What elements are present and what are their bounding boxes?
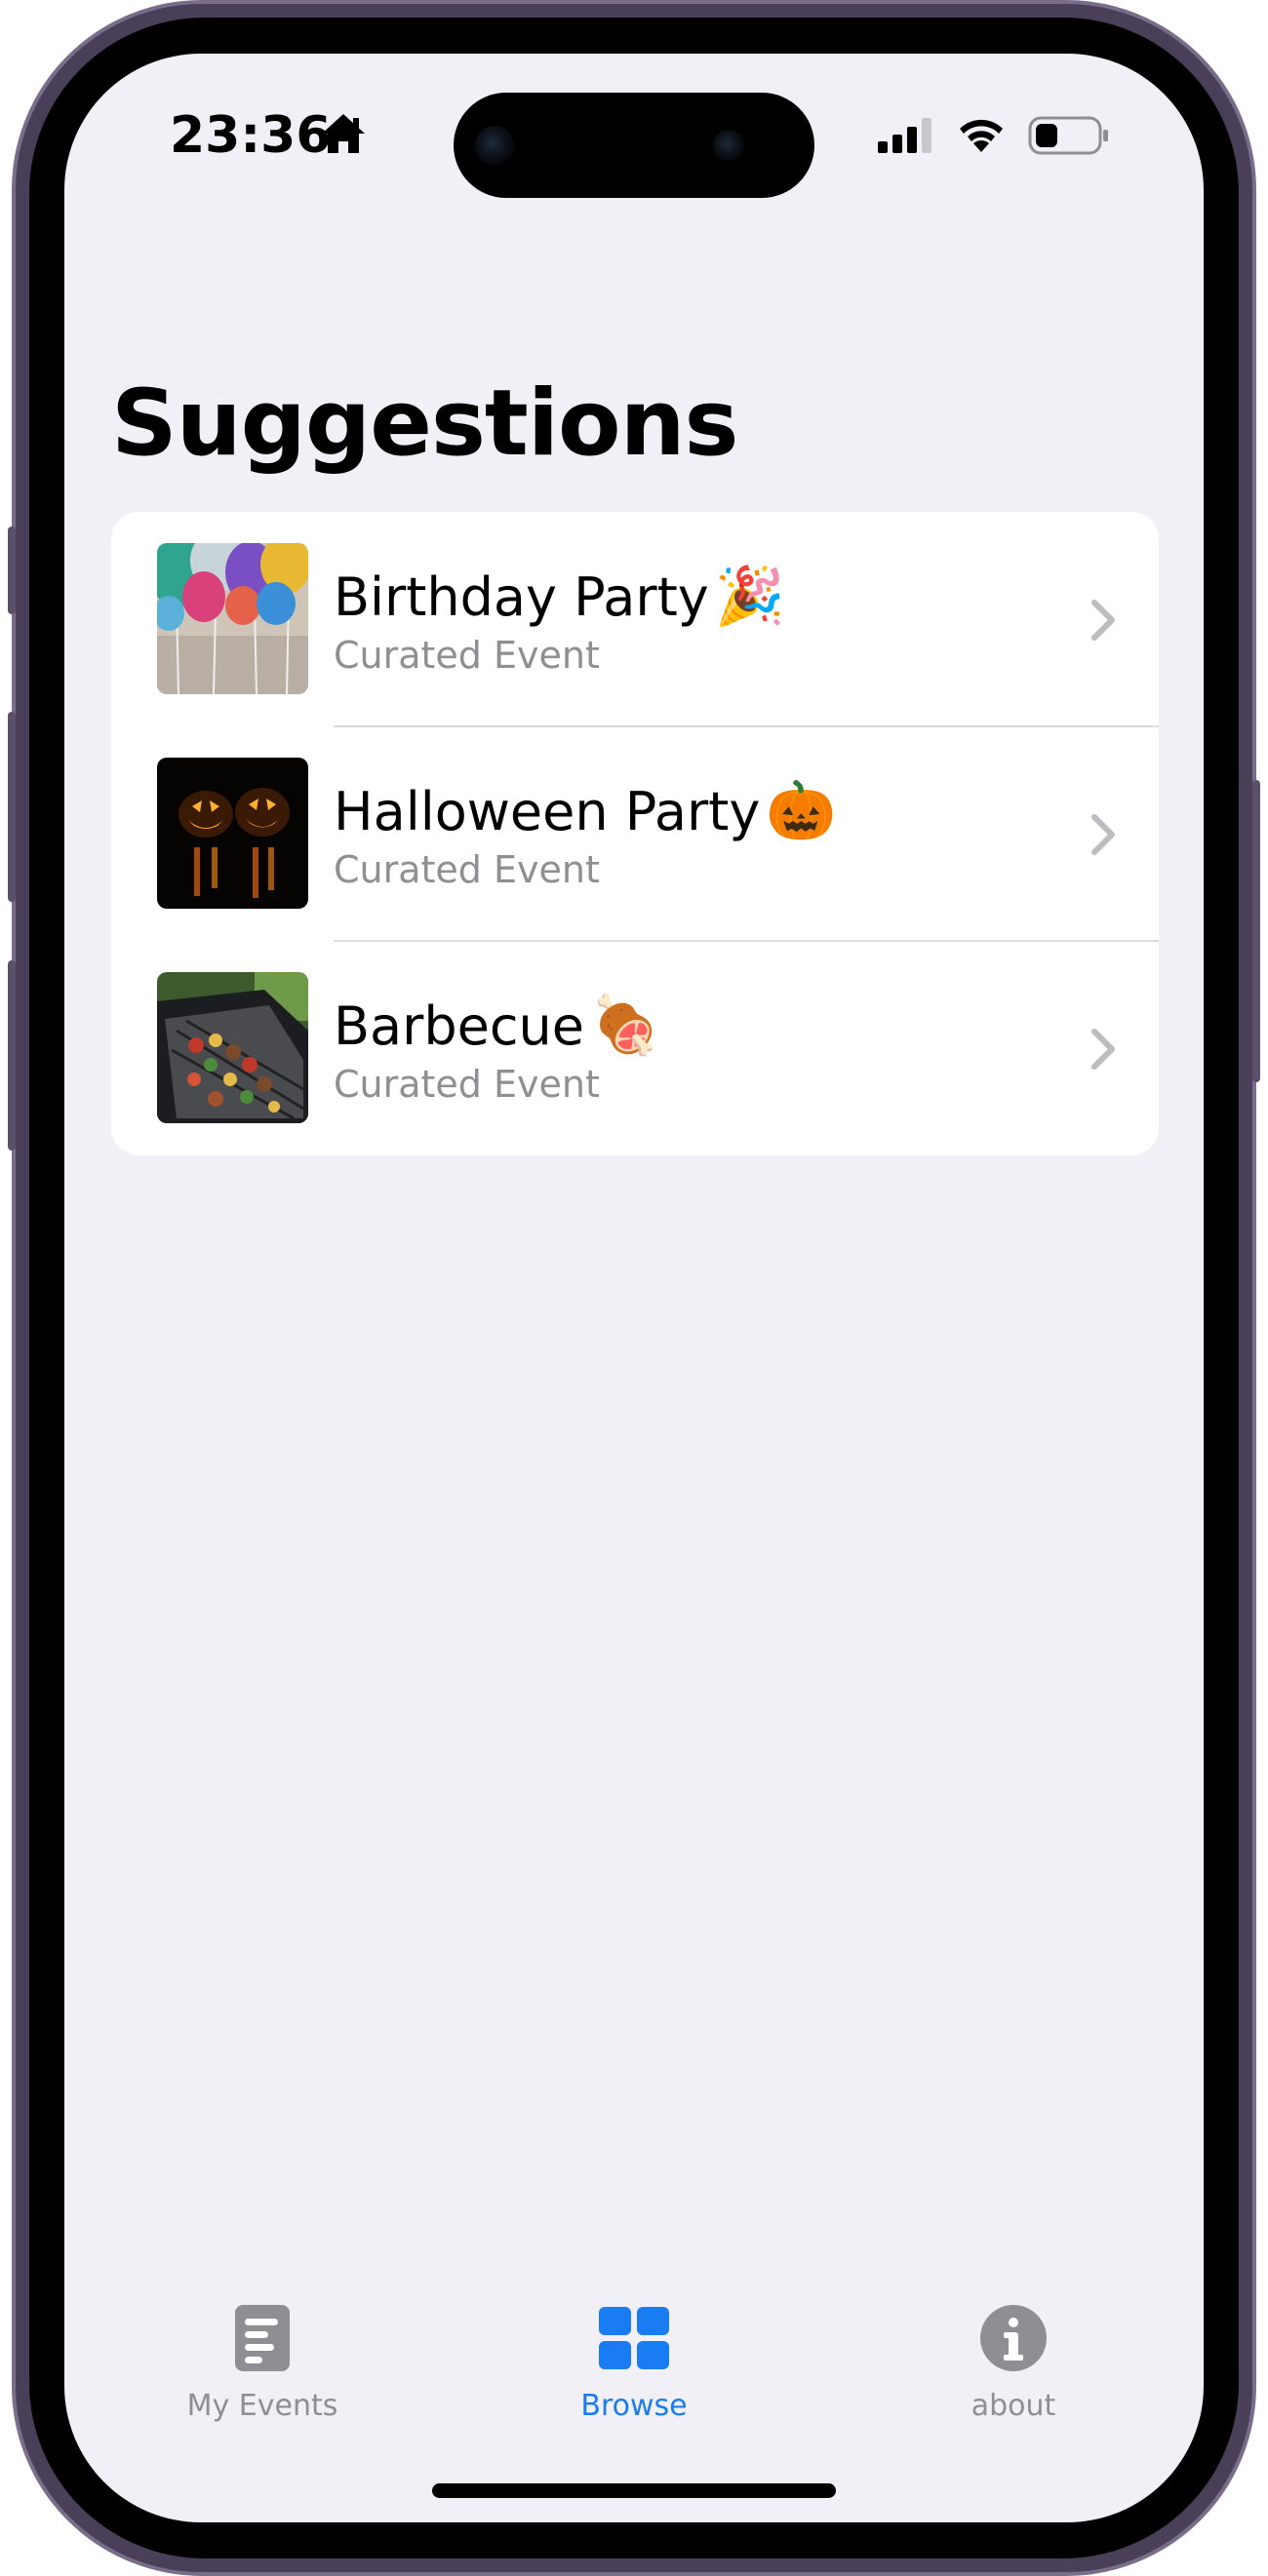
tab-about[interactable]: about — [896, 2301, 1130, 2423]
cellular-signal-icon — [878, 118, 931, 153]
action-button — [8, 527, 16, 614]
status-time: 23:36 — [170, 106, 332, 165]
chevron-right-icon — [1091, 1029, 1115, 1070]
home-indicator[interactable] — [432, 2483, 836, 2498]
suggestion-title-text: Barbecue — [334, 995, 584, 1057]
status-indicators — [878, 116, 1110, 155]
meat-on-bone-icon: 🍖 — [589, 992, 661, 1058]
sensor-icon — [713, 130, 744, 161]
suggestion-title: Birthday Party 🎉 — [334, 563, 785, 630]
page-title: Suggestions — [111, 371, 739, 477]
house-icon — [322, 114, 365, 153]
suggestion-subtitle: Curated Event — [334, 634, 600, 677]
info-icon — [980, 2305, 1047, 2371]
chevron-right-icon — [1091, 600, 1115, 641]
suggestion-subtitle: Curated Event — [334, 848, 600, 891]
tab-browse[interactable]: Browse — [517, 2301, 751, 2423]
battery-icon — [1028, 116, 1108, 155]
wifi-icon — [960, 119, 1003, 152]
birthday-party-thumbnail — [157, 543, 308, 694]
tab-my-events-label: My Events — [186, 2389, 338, 2423]
barbecue-thumbnail — [157, 972, 308, 1123]
grid-icon — [599, 2307, 669, 2369]
suggestion-title: Halloween Party 🎃 — [334, 777, 837, 844]
suggestions-list: Birthday Party 🎉 Curated Event Halloween… — [111, 512, 1159, 1155]
halloween-party-thumbnail — [157, 758, 308, 909]
volume-down-button — [8, 960, 16, 1151]
jack-o-lantern-icon: 🎃 — [766, 777, 837, 843]
volume-up-button — [8, 712, 16, 902]
grill-image — [157, 972, 308, 1123]
suggestion-row-barbecue[interactable]: Barbecue 🍖 Curated Event — [111, 941, 1159, 1155]
suggestion-title: Barbecue 🍖 — [334, 992, 660, 1059]
tab-my-events[interactable]: My Events — [145, 2301, 379, 2423]
suggestion-subtitle: Curated Event — [334, 1063, 600, 1106]
dynamic-island — [454, 93, 814, 198]
screen: 23:36 Suggestions Birthday Party 🎉 Curat… — [64, 54, 1204, 2522]
suggestion-row-halloween-party[interactable]: Halloween Party 🎃 Curated Event — [111, 726, 1159, 941]
suggestion-row-birthday-party[interactable]: Birthday Party 🎉 Curated Event — [111, 512, 1159, 726]
balloons-image — [157, 543, 308, 694]
front-camera-icon — [475, 126, 514, 165]
party-popper-icon: 🎉 — [714, 563, 785, 629]
power-button — [1252, 780, 1260, 1082]
tab-about-label: about — [971, 2389, 1056, 2423]
suggestion-title-text: Birthday Party — [334, 566, 709, 628]
chevron-right-icon — [1091, 814, 1115, 855]
jack-o-lanterns-image — [157, 758, 308, 909]
suggestion-title-text: Halloween Party — [334, 781, 761, 842]
tab-browse-label: Browse — [580, 2389, 688, 2423]
document-icon — [235, 2305, 290, 2371]
